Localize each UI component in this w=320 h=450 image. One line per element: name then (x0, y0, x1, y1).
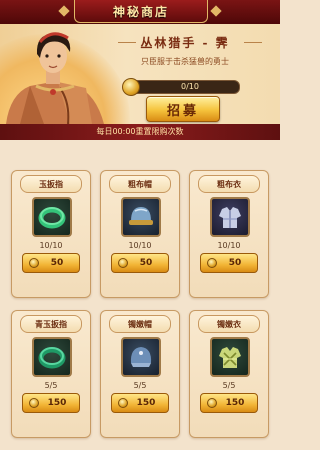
buy-button[interactable]: 150 (200, 393, 258, 413)
recruit-button[interactable]: 招募 (146, 96, 220, 122)
item-price: 50 (139, 258, 153, 268)
bracelet-hat-icon (121, 337, 161, 377)
cloth-armor-icon (210, 197, 250, 237)
green-jade-ring-icon (32, 337, 72, 377)
ornament-icon (210, 5, 222, 17)
cloth-hat-icon (121, 197, 161, 237)
shop-item-card[interactable]: 青玉扳指 5/5 150 (11, 310, 91, 438)
item-name: 镯嫩帽 (109, 315, 171, 333)
reset-notice: 每日00:00重置限购次数 (0, 124, 280, 140)
coin-icon (118, 258, 128, 268)
item-stock: 10/10 (128, 241, 152, 250)
shop-item-card[interactable]: 镯嫩衣 5/5 150 (189, 310, 269, 438)
item-name: 玉扳指 (20, 175, 82, 193)
item-stock: 10/10 (39, 241, 63, 250)
buy-button[interactable]: 50 (111, 253, 169, 273)
item-name: 粗布衣 (198, 175, 260, 193)
item-price: 150 (225, 398, 245, 408)
item-stock: 5/5 (133, 381, 147, 390)
coin-icon (207, 398, 217, 408)
shop-title: 神秘商店 (74, 0, 208, 23)
title-bar: 神秘商店 (0, 0, 280, 26)
jade-ring-icon (32, 197, 72, 237)
item-price: 50 (50, 258, 64, 268)
item-price: 150 (136, 398, 156, 408)
item-price: 50 (228, 258, 242, 268)
coin-icon (207, 258, 217, 268)
item-name: 青玉扳指 (20, 315, 82, 333)
coin-icon (118, 398, 128, 408)
divider (118, 42, 136, 43)
hero-banner: 丛林猎手 - 霁 只臣服于击杀猛兽的勇士 0/10 招募 (0, 24, 280, 124)
hero-description: 只臣服于击杀猛兽的勇士 (141, 57, 229, 66)
recruit-token-icon (122, 78, 140, 96)
hero-portrait (6, 32, 104, 124)
item-name: 镯嫩衣 (198, 315, 260, 333)
coin-icon (29, 398, 39, 408)
item-stock: 5/5 (44, 381, 58, 390)
item-price: 150 (47, 398, 67, 408)
shop-item-card[interactable]: 粗布衣 10/10 50 (189, 170, 269, 298)
bracelet-armor-icon (210, 337, 250, 377)
buy-button[interactable]: 50 (200, 253, 258, 273)
recruit-ticket-counter: 0/10 (122, 78, 240, 96)
shop-item-card[interactable]: 粗布帽 10/10 50 (100, 170, 180, 298)
item-stock: 5/5 (222, 381, 236, 390)
buy-button[interactable]: 150 (111, 393, 169, 413)
buy-button[interactable]: 150 (22, 393, 80, 413)
divider (244, 42, 262, 43)
item-name: 粗布帽 (109, 175, 171, 193)
shop-item-card[interactable]: 玉扳指 10/10 50 (11, 170, 91, 298)
shop-item-card[interactable]: 镯嫩帽 5/5 150 (100, 310, 180, 438)
ticket-count: 0/10 (181, 82, 199, 91)
buy-button[interactable]: 50 (22, 253, 80, 273)
item-stock: 10/10 (217, 241, 241, 250)
shop-grid: 玉扳指 10/10 50 粗布帽 10/10 50 粗布衣 10/10 50 青… (0, 140, 280, 450)
coin-icon (29, 258, 39, 268)
ornament-icon (58, 5, 70, 17)
